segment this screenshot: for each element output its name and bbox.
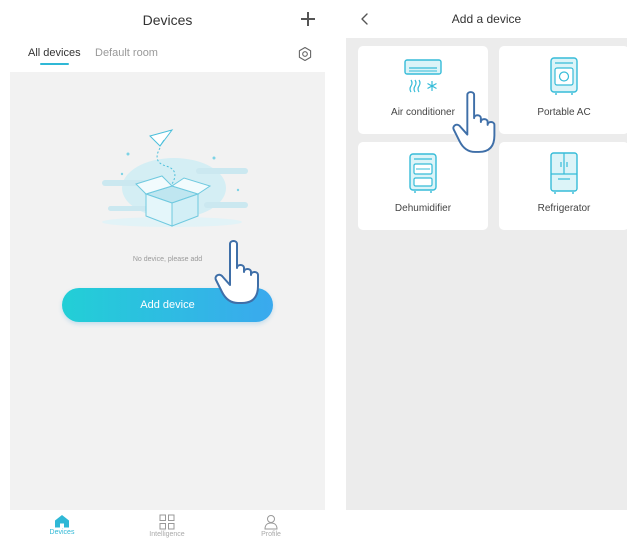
room-tabs: All devices Default room <box>10 42 325 70</box>
settings-icon[interactable] <box>297 46 313 62</box>
refrigerator-icon <box>550 152 578 194</box>
empty-state-text: No device, please add <box>132 256 203 263</box>
add-device-screen: Add a device Air conditioner Portable AC <box>346 0 627 510</box>
pointing-hand-icon <box>452 91 496 153</box>
devices-screen: Devices All devices Default room No devi… <box>10 0 325 543</box>
nav-devices-label: Devices <box>49 529 75 536</box>
device-label-portable-ac: Portable AC <box>537 107 591 118</box>
grid-icon <box>159 514 175 530</box>
home-icon <box>55 515 69 528</box>
device-list-area: No device, please add Add device <box>10 72 325 510</box>
pointing-hand-icon <box>214 240 259 304</box>
person-icon <box>264 515 278 530</box>
page-title: Add a device <box>451 12 522 26</box>
device-label-refrigerator: Refrigerator <box>537 203 591 214</box>
portable-ac-icon <box>550 57 578 95</box>
device-card-portable-ac[interactable]: Portable AC <box>499 46 627 134</box>
tab-default-room[interactable]: Default room <box>95 47 158 59</box>
bottom-nav: Devices Intelligence Profile <box>10 510 325 543</box>
tab-all-devices[interactable]: All devices <box>28 47 81 65</box>
device-card-refrigerator[interactable]: Refrigerator <box>499 142 627 230</box>
add-plus-button[interactable] <box>297 8 319 30</box>
empty-box-illustration <box>102 129 248 227</box>
page-title: Devices <box>142 12 193 28</box>
nav-intelligence[interactable]: Intelligence <box>137 514 197 543</box>
air-conditioner-icon <box>404 59 442 93</box>
nav-profile[interactable]: Profile <box>241 514 301 543</box>
nav-intelligence-label: Intelligence <box>149 531 185 538</box>
nav-profile-label: Profile <box>261 531 281 538</box>
nav-devices[interactable]: Devices <box>32 514 92 543</box>
devices-header: Devices <box>10 0 325 42</box>
add-device-header: Add a device <box>346 0 627 38</box>
dehumidifier-icon <box>409 153 437 193</box>
device-label-dehumidifier: Dehumidifier <box>394 203 452 214</box>
